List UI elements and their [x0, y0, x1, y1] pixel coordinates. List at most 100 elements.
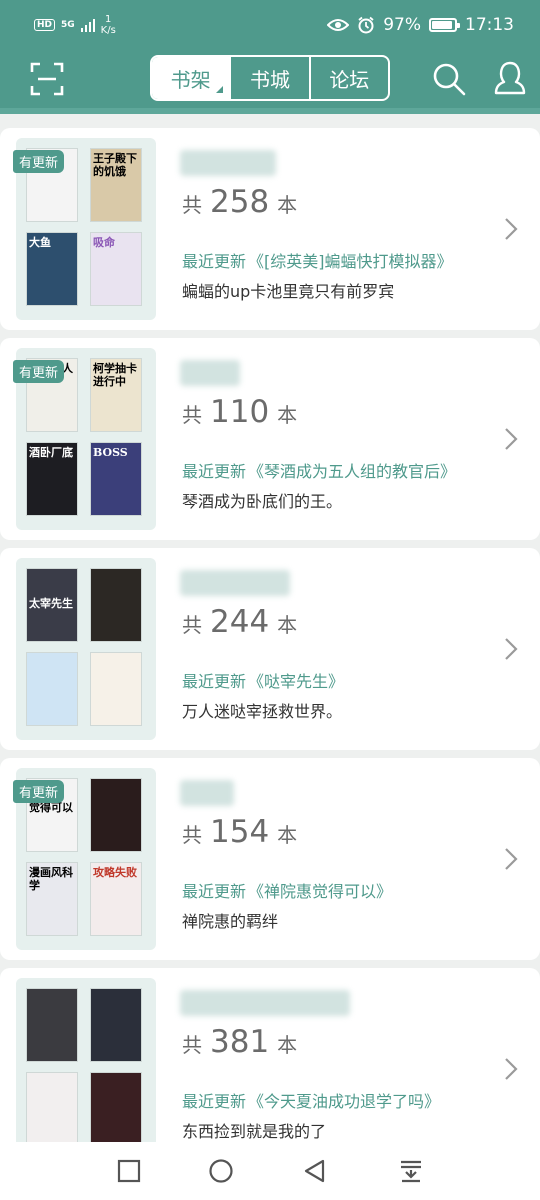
book-cover: 漫画风科学 — [26, 862, 78, 936]
cover-title: 攻略失败 — [93, 866, 137, 879]
status-left: HD 5G 1 K/s — [34, 14, 116, 36]
cover-title: 柯学抽卡进行中 — [93, 362, 137, 388]
book-cover: 大鱼 — [26, 232, 78, 306]
cover-grid: 王子殿下的饥饿 大鱼 吸命 有更新 — [13, 138, 156, 320]
latest-label: 最近更新 — [182, 252, 247, 271]
shelf-card[interactable]: 共 381 本 最近更新 《今天夏油成功退学了吗》 东西捡到就是我的了 — [0, 968, 540, 1142]
notification-pull-icon[interactable] — [398, 1158, 424, 1184]
eye-icon — [327, 19, 350, 31]
latest-desc: 禅院惠的羁绊 — [182, 912, 279, 931]
tab-forum[interactable]: 论坛 — [308, 57, 388, 99]
latest-title: 《哒宰先生》 — [248, 672, 345, 691]
cover-title: 大鱼 — [29, 236, 51, 249]
clock: 17:13 — [465, 15, 514, 35]
latest-label: 最近更新 — [182, 882, 247, 901]
latest-label: 最近更新 — [182, 462, 247, 481]
shelf-card[interactable]: 我与老人 柯学抽卡进行中 酒卧厂底 BOSS 有更新 共 110 本 最近更新《… — [0, 338, 540, 540]
shelf-card[interactable]: 王子殿下的饥饿 大鱼 吸命 有更新 共 258 本 最近更新 《[综英美]蝙蝠快打… — [0, 128, 540, 330]
shelf-name-blurred — [180, 570, 290, 596]
book-cover — [26, 1072, 78, 1142]
book-cover — [90, 778, 142, 852]
user-icon[interactable] — [492, 60, 528, 96]
chevron-right-icon — [505, 1058, 518, 1080]
net-speed: 1 K/s — [101, 14, 116, 36]
cover-grid — [16, 978, 156, 1142]
book-cover: BOSS — [90, 442, 142, 516]
tab-group: 书架 书城 论坛 — [150, 55, 390, 101]
latest-label: 最近更新 — [182, 1092, 247, 1111]
latest-desc: 琴酒成为卧底们的王。 — [182, 492, 343, 511]
count-value: 258 — [210, 184, 270, 220]
latest-title: 《今天夏油成功退学了吗》 — [248, 1092, 441, 1111]
count-value: 110 — [210, 394, 270, 430]
cover-title: 吸命 — [93, 236, 115, 249]
latest-title: 《禅院惠觉得可以》 — [248, 882, 393, 901]
cover-title: 酒卧厂底 — [29, 446, 73, 459]
chevron-right-icon — [505, 638, 518, 660]
net-speed-unit: K/s — [100, 25, 116, 36]
book-cover: 柯学抽卡进行中 — [90, 358, 142, 432]
cover-grid: 觉得可以 漫画风科学 攻略失败 有更新 — [13, 768, 156, 950]
count-prefix: 共 — [182, 1033, 202, 1057]
tab-bookstore[interactable]: 书城 — [229, 57, 308, 99]
signal-icon — [80, 18, 95, 32]
cover-grid: 太宰先生 — [16, 558, 156, 740]
scan-icon[interactable] — [30, 62, 64, 96]
battery-icon — [429, 18, 460, 32]
recent-apps-icon[interactable] — [116, 1158, 142, 1184]
shelf-name-blurred — [180, 150, 276, 176]
cover-title: 太宰先生 — [29, 597, 73, 610]
shelf-card[interactable]: 太宰先生 共 244 本 最近更新 《哒宰先生》 万人迷哒宰拯救世界。 — [0, 548, 540, 750]
cover-title: BOSS — [93, 446, 128, 459]
chevron-right-icon — [505, 428, 518, 450]
book-cover — [90, 988, 142, 1062]
shelf-name-blurred — [180, 990, 350, 1016]
count-value: 381 — [210, 1024, 270, 1060]
update-badge: 有更新 — [13, 150, 65, 173]
search-icon[interactable] — [432, 62, 466, 96]
tab-bookstore-label: 书城 — [249, 67, 290, 92]
network-type: 5G — [61, 20, 75, 30]
count-prefix: 共 — [182, 823, 202, 847]
latest-label: 最近更新 — [182, 672, 247, 691]
book-cover — [90, 652, 142, 726]
book-count: 共 110 本 — [182, 394, 297, 430]
latest-title: 《琴酒成为五人组的教官后》 — [248, 462, 457, 481]
book-count: 共 244 本 — [182, 604, 297, 640]
status-right: 97% 17:13 — [327, 15, 514, 35]
latest-update: 最近更新 《[综英美]蝙蝠快打模拟器》 — [182, 248, 453, 272]
tab-forum-label: 论坛 — [329, 67, 370, 92]
status-bar: HD 5G 1 K/s 97% 17:13 — [0, 0, 540, 50]
latest-update: 最近更新 《琴酒成为五人组的教官后》 — [182, 458, 456, 482]
latest-update: 最近更新 《今天夏油成功退学了吗》 — [182, 1088, 440, 1112]
back-icon[interactable] — [302, 1158, 328, 1184]
battery-percent: 97% — [383, 15, 421, 35]
latest-desc: 万人迷哒宰拯救世界。 — [182, 702, 343, 721]
tab-bookshelf[interactable]: 书架 — [152, 57, 230, 99]
count-value: 154 — [210, 814, 270, 850]
book-count: 共 154 本 — [182, 814, 297, 850]
cover-title: 王子殿下的饥饿 — [93, 152, 137, 178]
system-nav-bar — [0, 1142, 540, 1200]
count-prefix: 共 — [182, 193, 202, 217]
shelf-list: 王子殿下的饥饿 大鱼 吸命 有更新 共 258 本 最近更新 《[综英美]蝙蝠快打… — [0, 126, 540, 1142]
shelf-name-blurred — [180, 360, 240, 386]
count-unit: 本 — [277, 403, 298, 427]
count-prefix: 共 — [182, 613, 202, 637]
book-cover — [26, 652, 78, 726]
chevron-right-icon — [505, 848, 518, 870]
book-cover: 攻略失败 — [90, 862, 142, 936]
latest-update: 最近更新 《禅院惠觉得可以》 — [182, 878, 392, 902]
hd-indicator: HD — [34, 19, 56, 31]
home-icon[interactable] — [208, 1158, 234, 1184]
cover-grid: 我与老人 柯学抽卡进行中 酒卧厂底 BOSS 有更新 — [13, 348, 156, 530]
latest-desc: 东西捡到就是我的了 — [182, 1122, 327, 1141]
book-cover — [90, 1072, 142, 1142]
shelf-card[interactable]: 觉得可以 漫画风科学 攻略失败 有更新 共 154 本 最近更新 《禅院惠觉得可以… — [0, 758, 540, 960]
tab-bookshelf-label: 书架 — [170, 67, 211, 92]
count-unit: 本 — [277, 613, 298, 637]
count-unit: 本 — [277, 823, 298, 847]
book-count: 共 258 本 — [182, 184, 297, 220]
update-badge: 有更新 — [13, 780, 65, 803]
net-speed-value: 1 — [105, 14, 112, 25]
